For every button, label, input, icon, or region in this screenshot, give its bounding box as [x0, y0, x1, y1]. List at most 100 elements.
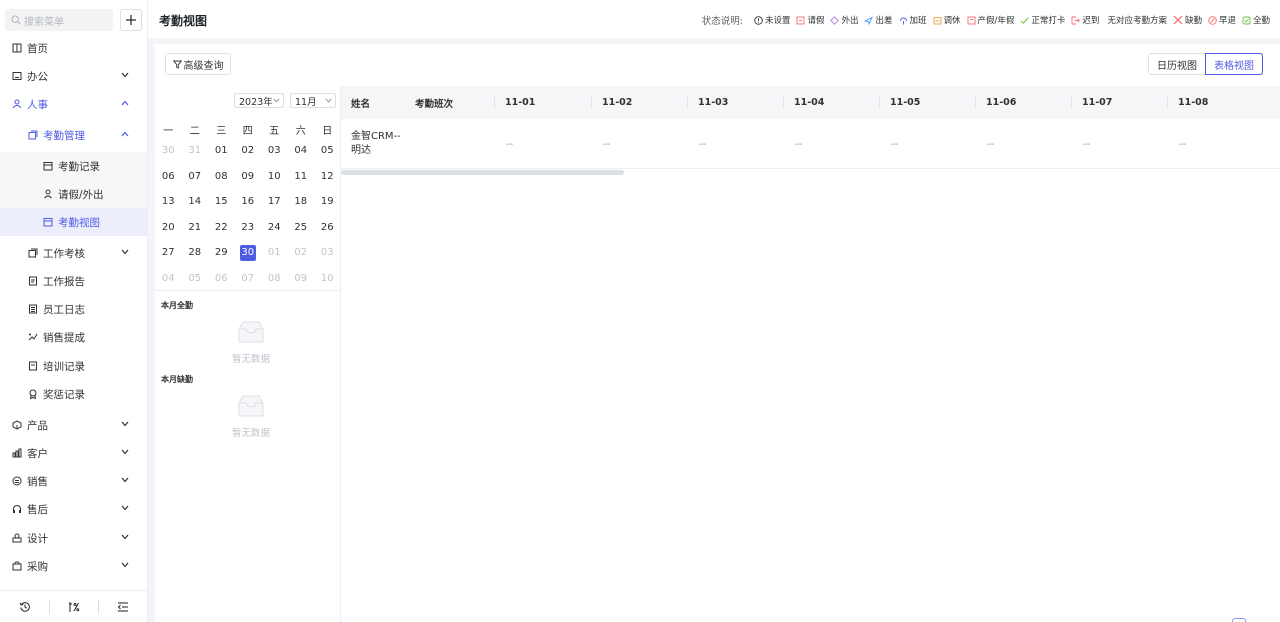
sidebar-item-sales-commission[interactable]: 销售提成 — [0, 323, 147, 351]
sidebar-item-leave[interactable]: 请假/外出 — [0, 180, 147, 208]
cell-status[interactable]: -- — [1072, 119, 1090, 169]
calendar-day[interactable]: 18 — [288, 189, 315, 215]
calendar-day-label: 05 — [320, 145, 334, 157]
calendar-day[interactable]: 06 — [155, 164, 182, 190]
out-icon — [830, 15, 841, 25]
cell-status[interactable]: -- — [784, 119, 802, 169]
calendar-day[interactable]: 01 — [208, 138, 235, 164]
calendar-day-label: 10 — [320, 272, 334, 284]
percent-button[interactable] — [49, 591, 98, 622]
calendar-day[interactable]: 27 — [155, 240, 182, 266]
calendar-day[interactable]: 05 — [314, 138, 341, 164]
calendar-day[interactable]: 26 — [314, 215, 341, 241]
calendar-day[interactable]: 24 — [261, 215, 288, 241]
calendar-day[interactable]: 13 — [155, 189, 182, 215]
calendar-day[interactable]: 09 — [235, 164, 262, 190]
calendar-day[interactable]: 25 — [288, 215, 315, 241]
calendar-day[interactable]: 07 — [182, 164, 209, 190]
sidebar-item-office[interactable]: 办公 — [0, 62, 147, 90]
table-header: 姓名 考勤班次 11-01 11-02 11-03 11-04 11-05 11… — [341, 86, 1280, 119]
calendar-day[interactable]: 08 — [261, 266, 288, 292]
horizontal-scrollbar[interactable] — [341, 170, 624, 175]
cell-status[interactable]: -- — [495, 119, 513, 169]
calendar-day[interactable]: 19 — [314, 189, 341, 215]
calendar-day[interactable]: 17 — [261, 189, 288, 215]
cell-status[interactable]: -- — [688, 119, 706, 169]
sidebar-item-attendance-view[interactable]: 考勤视图 — [0, 208, 147, 236]
add-button[interactable] — [120, 9, 142, 31]
search-input[interactable]: 搜索菜单 — [5, 9, 113, 31]
calendar-day[interactable]: 22 — [208, 215, 235, 241]
calendar-day[interactable]: 23 — [235, 215, 262, 241]
cell-status[interactable]: -- — [880, 119, 898, 169]
calendar-day-label: 21 — [188, 221, 202, 233]
sidebar-item-attendance[interactable]: 考勤管理 — [0, 121, 147, 149]
calendar-day[interactable]: 04 — [155, 266, 182, 292]
sidebar-item-work-evaluation[interactable]: 工作考核 — [0, 239, 147, 267]
chevron-down-icon — [121, 505, 129, 511]
cell-status[interactable]: -- — [592, 119, 610, 169]
sidebar-item-customer[interactable]: 客户 — [0, 439, 147, 467]
calendar-day[interactable]: 30 — [155, 138, 182, 164]
legend-text: 加班 — [909, 16, 927, 26]
sidebar-item-product[interactable]: 产品 — [0, 411, 147, 439]
calendar-day[interactable]: 08 — [208, 164, 235, 190]
table-row[interactable]: 金智CRM--明达 -- -- -- -- -- -- -- -- — [341, 119, 1280, 169]
cell-status[interactable]: -- — [976, 119, 994, 169]
calendar-day[interactable]: 06 — [208, 266, 235, 292]
calendar-day[interactable]: 28 — [182, 240, 209, 266]
calendar-view-button[interactable]: 日历视图 — [1148, 53, 1205, 75]
sidebar-item-after-sales[interactable]: 售后 — [0, 495, 147, 523]
calendar-day-label: 10 — [267, 170, 281, 182]
calendar-day[interactable]: 10 — [261, 164, 288, 190]
sidebar-item-sales[interactable]: 销售 — [0, 467, 147, 495]
calendar-day[interactable]: 03 — [261, 138, 288, 164]
calendar-day[interactable]: 09 — [288, 266, 315, 292]
weekday-label: 六 — [295, 125, 306, 137]
calendar-day[interactable]: 20 — [155, 215, 182, 241]
column-header-date: 11-07 — [1072, 86, 1168, 119]
legend-text: 无对应考勤方案 — [1107, 16, 1167, 26]
calendar-day[interactable]: 14 — [182, 189, 209, 215]
sidebar-item-design[interactable]: 设计 — [0, 524, 147, 552]
year-select[interactable]: 2023年 — [234, 93, 284, 108]
calendar-day[interactable]: 29 — [208, 240, 235, 266]
page-title: 考勤视图 — [159, 14, 208, 28]
advanced-query-button[interactable]: 高级查询 — [165, 53, 231, 75]
calendar-day-label: 14 — [188, 196, 202, 208]
sidebar-item-hr[interactable]: 人事 — [0, 90, 147, 118]
calendar-day[interactable]: 02 — [235, 138, 262, 164]
calendar-day[interactable]: 01 — [261, 240, 288, 266]
sidebar-item-work-report[interactable]: 工作报告 — [0, 267, 147, 295]
calendar-day-label: 09 — [294, 272, 308, 284]
sidebar-item-rewards[interactable]: 奖惩记录 — [0, 380, 147, 408]
calendar-day[interactable]: 05 — [182, 266, 209, 292]
calendar-day[interactable]: 03 — [314, 240, 341, 266]
calendar-day-selected[interactable]: 30 — [235, 240, 262, 266]
history-button[interactable] — [0, 591, 49, 622]
collapse-sidebar-button[interactable] — [98, 591, 147, 622]
cross-icon — [1173, 15, 1185, 25]
calendar-day[interactable]: 16 — [235, 189, 262, 215]
corner-widget[interactable] — [1232, 618, 1246, 622]
legend-item-overtime: 加班 — [899, 14, 927, 26]
calendar-icon — [43, 161, 53, 171]
sidebar-item-training[interactable]: 培训记录 — [0, 352, 147, 380]
calendar-day[interactable]: 11 — [288, 164, 315, 190]
calendar-day[interactable]: 07 — [235, 266, 262, 292]
sidebar-item-employee-log[interactable]: 员工日志 — [0, 295, 147, 323]
calendar-day[interactable]: 02 — [288, 240, 315, 266]
calendar-day[interactable]: 21 — [182, 215, 209, 241]
calendar-day[interactable]: 31 — [182, 138, 209, 164]
table-view-button[interactable]: 表格视图 — [1205, 53, 1263, 75]
sidebar-item-purchase[interactable]: 采购 — [0, 552, 147, 580]
calendar-day[interactable]: 10 — [314, 266, 341, 292]
sidebar-item-home[interactable]: 首页 — [0, 34, 147, 62]
calendar-day[interactable]: 12 — [314, 164, 341, 190]
cell-status[interactable]: -- — [1168, 119, 1186, 169]
calendar-day[interactable]: 15 — [208, 189, 235, 215]
month-select[interactable]: 11月 — [290, 93, 336, 108]
sidebar-item-attendance-records[interactable]: 考勤记录 — [0, 152, 147, 180]
calendar-day[interactable]: 04 — [288, 138, 315, 164]
legend-item-full: 全勤 — [1242, 14, 1270, 26]
